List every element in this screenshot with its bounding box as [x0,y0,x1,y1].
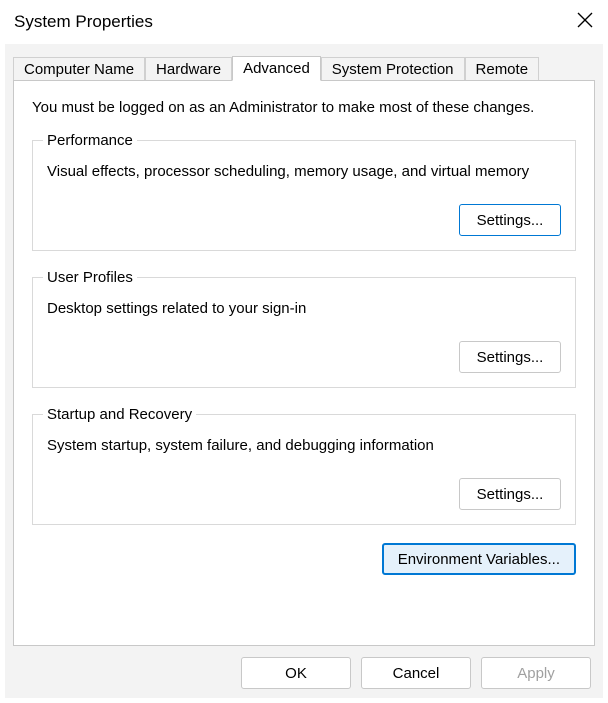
tabstrip: Computer Name Hardware Advanced System P… [5,54,603,80]
system-properties-window: System Properties Computer Name Hardware… [0,0,608,703]
cancel-button[interactable]: Cancel [361,657,471,689]
user-profiles-desc: Desktop settings related to your sign-in [47,300,561,317]
close-button[interactable] [562,2,608,42]
performance-desc: Visual effects, processor scheduling, me… [47,163,561,180]
titlebar: System Properties [0,0,608,44]
group-performance: Performance Visual effects, processor sc… [32,132,576,251]
admin-note: You must be logged on as an Administrato… [32,99,576,116]
tab-advanced[interactable]: Advanced [232,56,321,81]
startup-recovery-settings-button[interactable]: Settings... [459,478,561,510]
tab-system-protection[interactable]: System Protection [321,57,465,81]
startup-recovery-desc: System startup, system failure, and debu… [47,437,561,454]
tab-hardware[interactable]: Hardware [145,57,232,81]
group-startup-recovery: Startup and Recovery System startup, sys… [32,406,576,525]
tab-computer-name[interactable]: Computer Name [13,57,145,81]
user-profiles-settings-button[interactable]: Settings... [459,341,561,373]
ok-button[interactable]: OK [241,657,351,689]
group-performance-legend: Performance [43,132,137,149]
group-startup-recovery-legend: Startup and Recovery [43,406,196,423]
apply-button[interactable]: Apply [481,657,591,689]
performance-settings-button[interactable]: Settings... [459,204,561,236]
tab-body-advanced: You must be logged on as an Administrato… [13,80,595,646]
dialog-footer: OK Cancel Apply [5,654,603,698]
tab-remote[interactable]: Remote [465,57,540,81]
environment-variables-button[interactable]: Environment Variables... [382,543,576,575]
dialog-content: Computer Name Hardware Advanced System P… [5,44,603,698]
group-user-profiles-legend: User Profiles [43,269,137,286]
window-title: System Properties [14,12,153,32]
close-icon [577,12,593,32]
group-user-profiles: User Profiles Desktop settings related t… [32,269,576,388]
